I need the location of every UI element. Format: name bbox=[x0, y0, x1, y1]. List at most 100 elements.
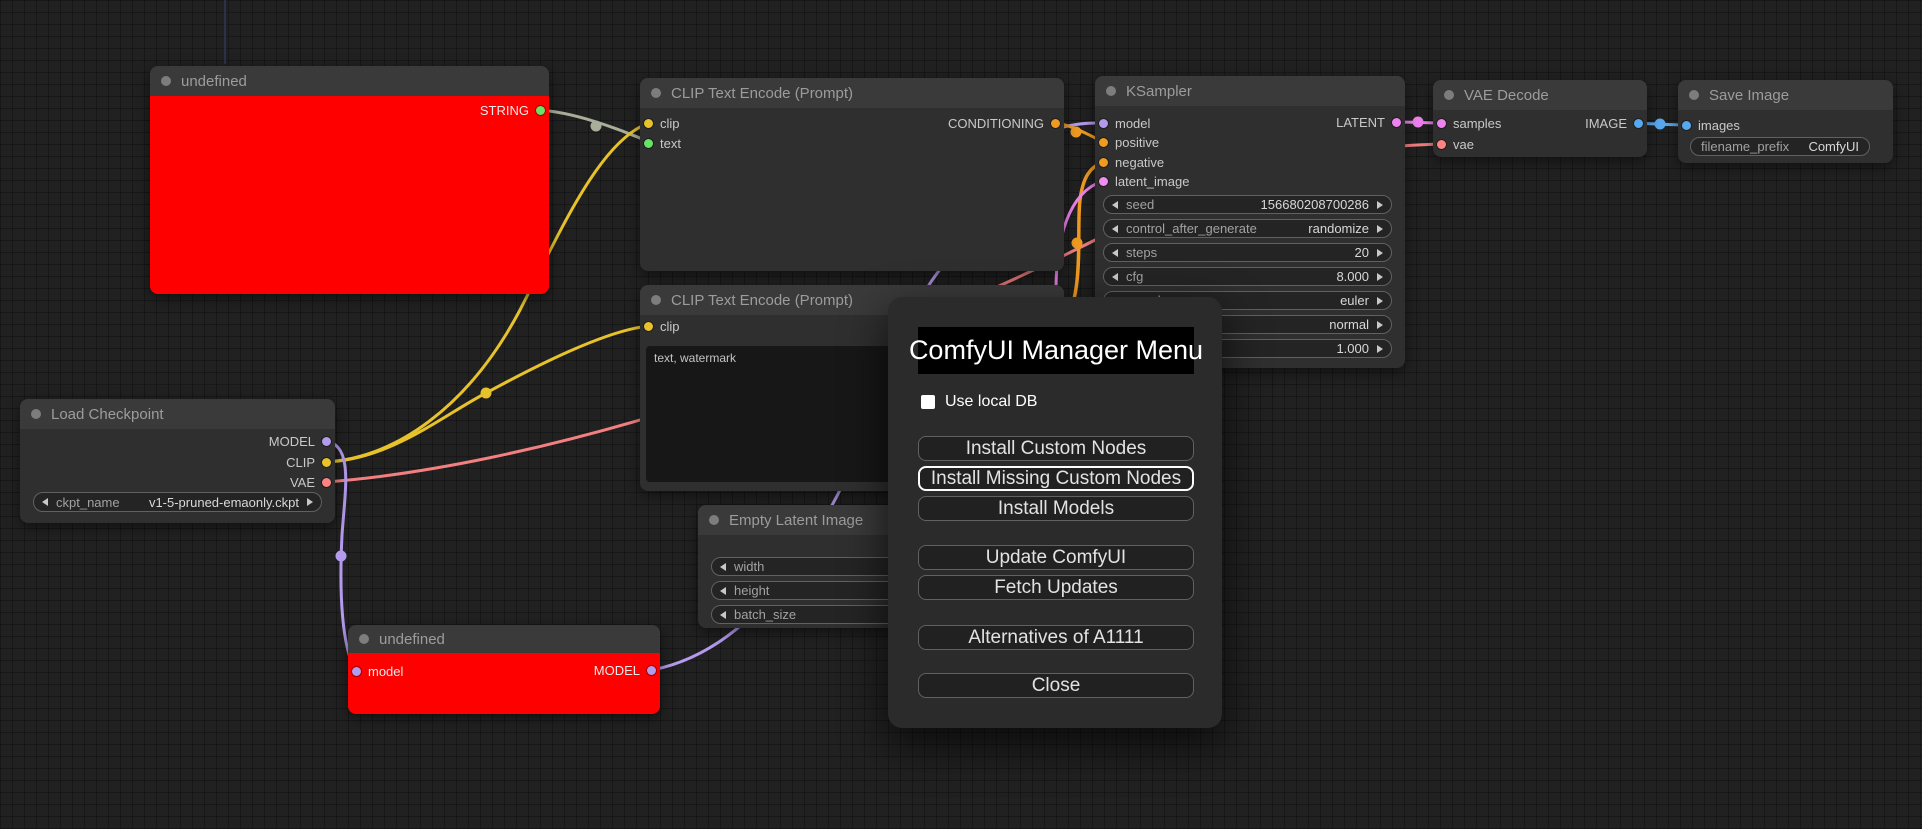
node-title-bar[interactable]: VAE Decode bbox=[1433, 80, 1647, 110]
output-slot-model[interactable]: MODEL bbox=[269, 432, 331, 450]
widget-filename-prefix[interactable]: filename_prefix ComfyUI bbox=[1690, 137, 1870, 156]
slot-dot[interactable] bbox=[536, 105, 545, 115]
decrement-arrow-icon[interactable] bbox=[1112, 248, 1118, 257]
slot-dot[interactable] bbox=[322, 477, 331, 487]
slot-dot[interactable] bbox=[1392, 117, 1401, 127]
collapse-dot-icon[interactable] bbox=[161, 76, 171, 86]
increment-arrow-icon[interactable] bbox=[1377, 248, 1383, 257]
fetch-updates-button[interactable]: Fetch Updates bbox=[918, 575, 1194, 600]
input-slot-clip[interactable]: clip bbox=[644, 317, 680, 335]
node-title-bar[interactable]: Save Image bbox=[1678, 80, 1893, 110]
install-custom-nodes-button[interactable]: Install Custom Nodes bbox=[918, 436, 1194, 461]
input-slot-vae[interactable]: vae bbox=[1437, 135, 1474, 153]
increment-arrow-icon[interactable] bbox=[1377, 296, 1383, 305]
input-slot-samples[interactable]: samples bbox=[1437, 114, 1501, 132]
node-title: KSampler bbox=[1126, 82, 1192, 100]
input-slot-text[interactable]: text bbox=[644, 134, 681, 152]
update-comfyui-button[interactable]: Update ComfyUI bbox=[918, 545, 1194, 570]
close-button[interactable]: Close bbox=[918, 673, 1194, 698]
slot-dot[interactable] bbox=[1682, 120, 1691, 130]
input-slot-negative[interactable]: negative bbox=[1099, 153, 1164, 171]
collapse-dot-icon[interactable] bbox=[31, 409, 41, 419]
output-slot-image[interactable]: IMAGE bbox=[1585, 114, 1643, 132]
node-undefined-bottom[interactable]: undefined model MODEL bbox=[348, 625, 660, 714]
increment-arrow-icon[interactable] bbox=[1377, 200, 1383, 209]
slot-dot[interactable] bbox=[644, 118, 653, 128]
collapse-dot-icon[interactable] bbox=[1444, 90, 1454, 100]
decrement-arrow-icon[interactable] bbox=[1112, 200, 1118, 209]
slot-dot[interactable] bbox=[1099, 157, 1108, 167]
install-models-button[interactable]: Install Models bbox=[918, 496, 1194, 521]
node-title: Empty Latent Image bbox=[729, 511, 864, 529]
collapse-dot-icon[interactable] bbox=[651, 295, 661, 305]
node-title-bar[interactable]: Load Checkpoint bbox=[20, 399, 335, 429]
node-load-checkpoint[interactable]: Load Checkpoint MODEL CLIP VAE ckpt_name… bbox=[20, 399, 335, 523]
node-title: CLIP Text Encode (Prompt) bbox=[671, 84, 854, 102]
wire-dot bbox=[480, 387, 492, 399]
increment-arrow-icon[interactable] bbox=[1377, 344, 1383, 353]
decrement-arrow-icon[interactable] bbox=[720, 562, 726, 571]
slot-dot[interactable] bbox=[644, 138, 653, 148]
input-slot-images[interactable]: images bbox=[1682, 116, 1740, 134]
slot-dot[interactable] bbox=[322, 457, 331, 467]
collapse-dot-icon[interactable] bbox=[1689, 90, 1699, 100]
widget-seed[interactable]: seed 156680208700286 bbox=[1103, 195, 1392, 214]
node-undefined-top[interactable]: undefined STRING bbox=[150, 66, 549, 294]
node-title-bar[interactable]: CLIP Text Encode (Prompt) bbox=[640, 78, 1064, 108]
node-title-bar[interactable]: KSampler bbox=[1095, 76, 1405, 106]
output-slot-string[interactable]: STRING bbox=[480, 101, 545, 119]
widget-control-after-generate[interactable]: control_after_generate randomize bbox=[1103, 219, 1392, 238]
input-slot-model[interactable]: model bbox=[352, 662, 403, 680]
input-slot-clip[interactable]: clip bbox=[644, 114, 680, 132]
node-title-bar[interactable]: undefined bbox=[348, 625, 660, 653]
node-vae-decode[interactable]: VAE Decode samples vae IMAGE bbox=[1433, 80, 1647, 157]
node-graph-canvas[interactable]: undefined STRING CLIP Text Encode (Promp… bbox=[0, 0, 1922, 829]
output-slot-clip[interactable]: CLIP bbox=[286, 453, 331, 471]
slot-dot[interactable] bbox=[322, 436, 331, 446]
slot-dot[interactable] bbox=[1099, 118, 1108, 128]
collapse-dot-icon[interactable] bbox=[1106, 86, 1116, 96]
collapse-dot-icon[interactable] bbox=[359, 634, 369, 644]
use-local-db-checkbox[interactable] bbox=[921, 395, 935, 409]
widget-ckpt-name[interactable]: ckpt_name v1-5-pruned-emaonly.ckpt bbox=[33, 492, 322, 512]
next-arrow-icon[interactable] bbox=[307, 498, 313, 506]
input-slot-positive[interactable]: positive bbox=[1099, 133, 1159, 151]
decrement-arrow-icon[interactable] bbox=[1112, 224, 1118, 233]
node-clip-text-encode-1[interactable]: CLIP Text Encode (Prompt) clip text COND… bbox=[640, 78, 1064, 271]
node-title-bar[interactable]: undefined bbox=[150, 66, 549, 96]
collapse-dot-icon[interactable] bbox=[651, 88, 661, 98]
increment-arrow-icon[interactable] bbox=[1377, 224, 1383, 233]
use-local-db-row[interactable]: Use local DB bbox=[921, 393, 1037, 411]
wire-dot bbox=[1071, 237, 1083, 249]
node-save-image[interactable]: Save Image images filename_prefix ComfyU… bbox=[1678, 80, 1893, 163]
slot-dot[interactable] bbox=[1437, 118, 1446, 128]
node-title: undefined bbox=[379, 630, 445, 648]
widget-cfg[interactable]: cfg 8.000 bbox=[1103, 267, 1392, 286]
slot-dot[interactable] bbox=[352, 666, 361, 676]
input-slot-latent-image[interactable]: latent_image bbox=[1099, 172, 1189, 190]
output-slot-conditioning[interactable]: CONDITIONING bbox=[948, 114, 1060, 132]
increment-arrow-icon[interactable] bbox=[1377, 320, 1383, 329]
decrement-arrow-icon[interactable] bbox=[720, 586, 726, 595]
widget-steps[interactable]: steps 20 bbox=[1103, 243, 1392, 262]
input-slot-model[interactable]: model bbox=[1099, 114, 1150, 132]
alternatives-of-a1111-button[interactable]: Alternatives of A1111 bbox=[918, 625, 1194, 650]
decrement-arrow-icon[interactable] bbox=[1112, 272, 1118, 281]
slot-dot[interactable] bbox=[647, 665, 656, 675]
slot-dot[interactable] bbox=[1634, 118, 1643, 128]
collapse-dot-icon[interactable] bbox=[709, 515, 719, 525]
previous-arrow-icon[interactable] bbox=[42, 498, 48, 506]
slot-dot[interactable] bbox=[1099, 137, 1108, 147]
output-slot-model[interactable]: MODEL bbox=[594, 661, 656, 679]
slot-dot[interactable] bbox=[1051, 118, 1060, 128]
checkbox-label: Use local DB bbox=[945, 393, 1038, 410]
increment-arrow-icon[interactable] bbox=[1377, 272, 1383, 281]
output-slot-latent[interactable]: LATENT bbox=[1336, 113, 1401, 131]
decrement-arrow-icon[interactable] bbox=[720, 610, 726, 619]
wire-dot bbox=[335, 550, 347, 562]
slot-dot[interactable] bbox=[644, 321, 653, 331]
slot-dot[interactable] bbox=[1437, 139, 1446, 149]
slot-dot[interactable] bbox=[1099, 176, 1108, 186]
install-missing-custom-nodes-button[interactable]: Install Missing Custom Nodes bbox=[918, 466, 1194, 491]
output-slot-vae[interactable]: VAE bbox=[290, 473, 331, 491]
